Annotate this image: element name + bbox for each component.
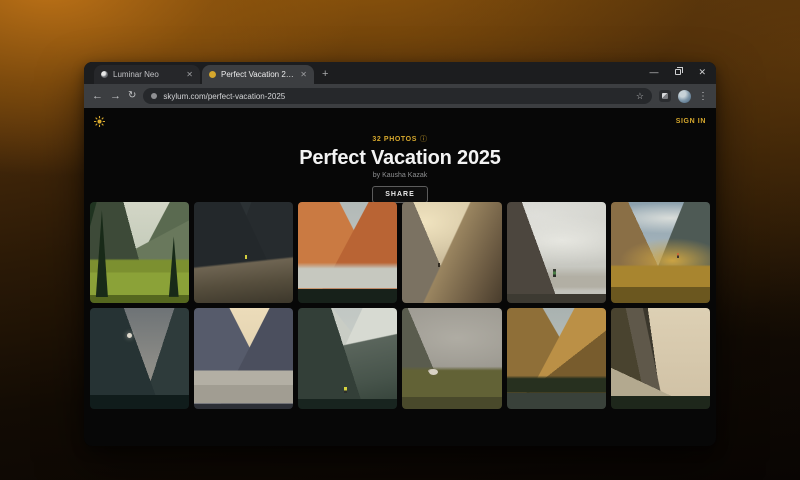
sign-in-link[interactable]: SIGN IN [676, 118, 706, 125]
luminar-neo-favicon-icon [101, 71, 108, 78]
new-tab-button[interactable]: + [322, 68, 328, 80]
hiker-figure [677, 253, 679, 258]
extension-icon[interactable] [659, 90, 671, 102]
info-icon[interactable]: ⓘ [420, 134, 428, 144]
photo-count-text: 32 PHOTOS [372, 136, 417, 143]
hiker-figure [438, 263, 440, 267]
gallery-photo-12[interactable] [611, 308, 710, 409]
tab-strip: Luminar Neo ✕ Perfect Vacation 2025 ✕ + … [84, 62, 716, 84]
gallery-photo-5[interactable] [507, 202, 606, 303]
close-button[interactable]: ✕ [698, 68, 706, 77]
site-info-icon[interactable] [151, 93, 157, 99]
back-button[interactable]: ← [92, 91, 103, 102]
pine-tree [167, 236, 180, 297]
moon [127, 333, 132, 338]
album-title: Perfect Vacation 2025 [84, 147, 716, 170]
browser-window: Luminar Neo ✕ Perfect Vacation 2025 ✕ + … [84, 62, 716, 446]
minimize-button[interactable]: — [649, 68, 658, 77]
skylum-sun-logo-icon[interactable] [94, 116, 105, 127]
gallery-photo-1[interactable] [90, 202, 189, 303]
gallery-photo-4[interactable] [402, 202, 501, 303]
browser-menu-icon[interactable]: ⋮ [698, 91, 708, 102]
photo-grid [90, 202, 710, 409]
photo-count-badge: 32 PHOTOS ⓘ [84, 134, 716, 144]
browser-toolbar: ← → ↻ skylum.com/perfect-vacation-2025 ☆… [84, 84, 716, 108]
page-content: SIGN IN 32 PHOTOS ⓘ Perfect Vacation 202… [84, 108, 716, 446]
gallery-photo-11[interactable] [507, 308, 606, 409]
bookmark-star-icon[interactable]: ☆ [636, 91, 644, 102]
profile-avatar[interactable] [678, 90, 691, 103]
gallery-photo-7[interactable] [90, 308, 189, 409]
gallery-photo-9[interactable] [298, 308, 397, 409]
album-author: by Kausha Kazak [84, 172, 716, 179]
pine-tree [94, 210, 110, 297]
forward-button[interactable]: → [110, 91, 121, 102]
gallery-photo-3[interactable] [298, 202, 397, 303]
tab-luminar-neo[interactable]: Luminar Neo ✕ [94, 65, 200, 84]
reload-button[interactable]: ↻ [128, 91, 136, 101]
url-text[interactable]: skylum.com/perfect-vacation-2025 [163, 92, 630, 101]
tab-perfect-vacation[interactable]: Perfect Vacation 2025 ✕ [202, 65, 314, 84]
tab-close-icon[interactable]: ✕ [300, 71, 307, 79]
tab-title: Perfect Vacation 2025 [221, 70, 295, 79]
sheep [429, 369, 438, 375]
share-button[interactable]: SHARE [372, 186, 428, 203]
gallery-photo-8[interactable] [194, 308, 293, 409]
hiker-figure [245, 255, 247, 259]
window-controls: — ✕ [649, 65, 706, 79]
gallery-photo-10[interactable] [402, 308, 501, 409]
tab-close-icon[interactable]: ✕ [186, 71, 193, 79]
restore-icon [675, 69, 681, 75]
hiker-figure [344, 387, 347, 393]
gallery-photo-6[interactable] [611, 202, 710, 303]
site-topbar: SIGN IN [84, 108, 716, 134]
hiker-figure [553, 269, 556, 277]
address-bar[interactable]: skylum.com/perfect-vacation-2025 ☆ [143, 88, 652, 104]
gallery-photo-2[interactable] [194, 202, 293, 303]
tab-title: Luminar Neo [113, 70, 181, 79]
restore-button[interactable] [675, 69, 681, 75]
skylum-favicon-icon [209, 71, 216, 78]
